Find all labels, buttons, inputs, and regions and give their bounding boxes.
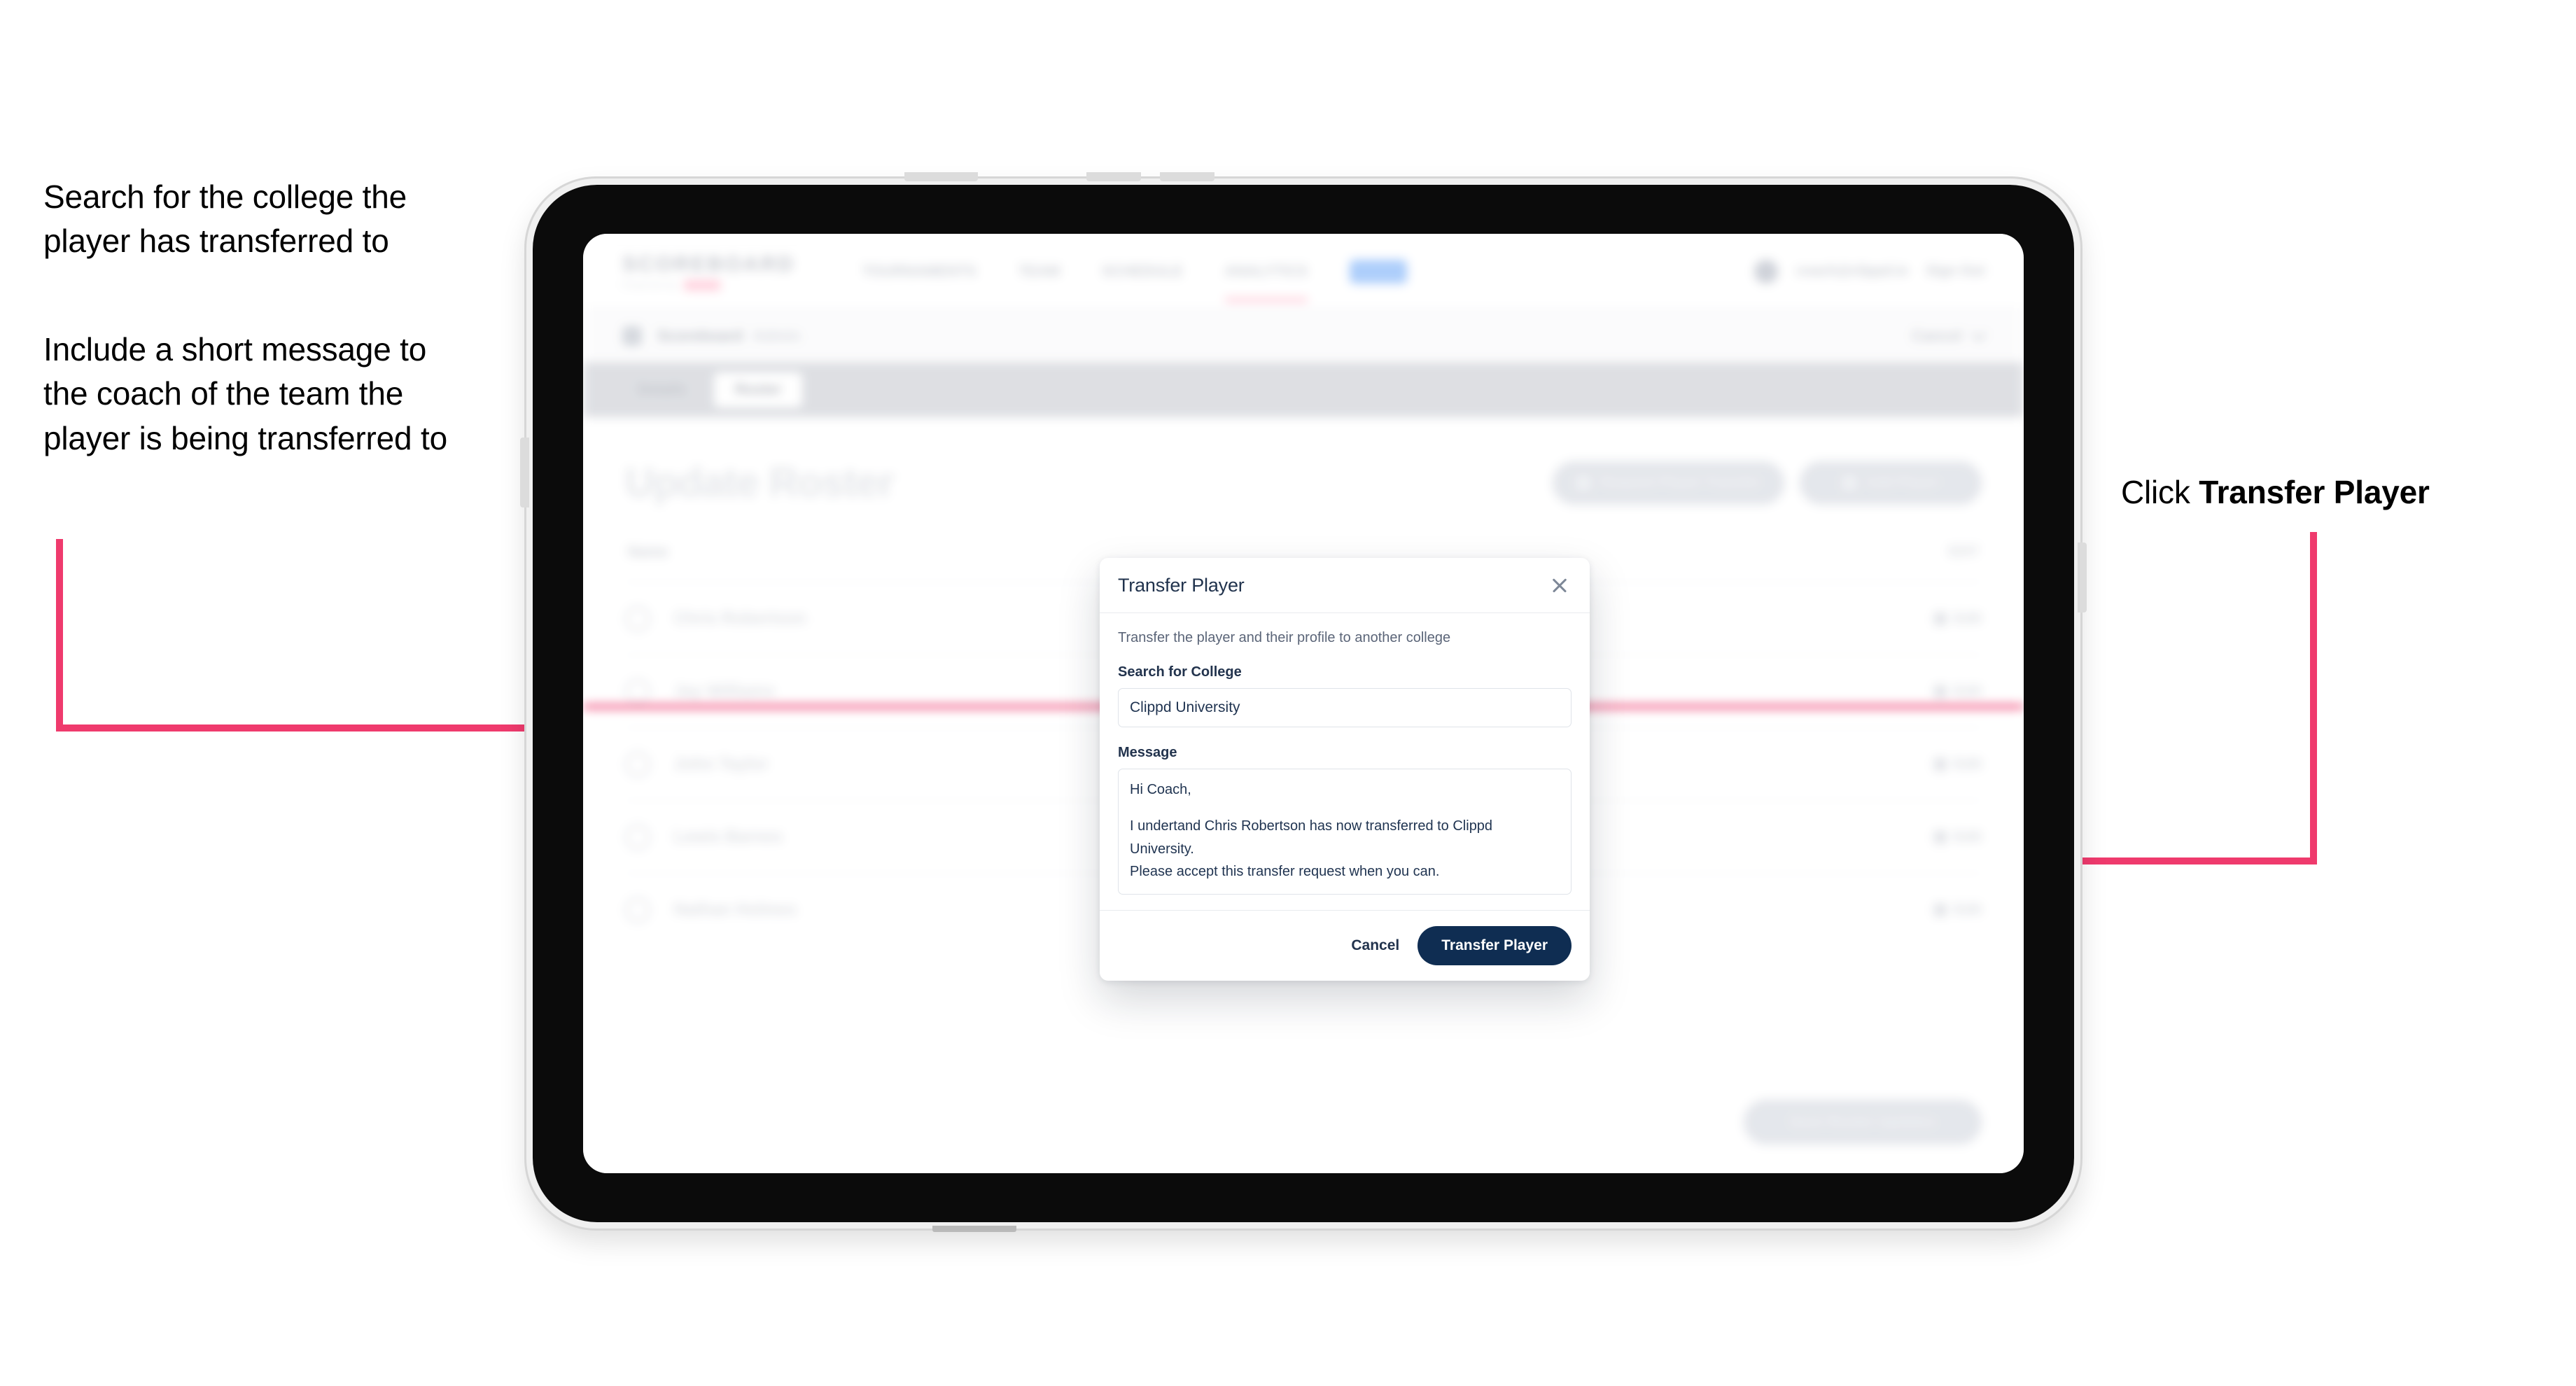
message-textarea[interactable]: Hi Coach, I undertand Chris Robertson ha… [1118, 769, 1572, 895]
modal-subtitle: Transfer the player and their profile to… [1118, 630, 1451, 645]
message-line-2: I undertand Chris Robertson has now tran… [1130, 818, 1493, 857]
modal-footer: Cancel Transfer Player [1100, 910, 1590, 981]
volume-down-button[interactable] [1160, 172, 1214, 181]
modal-body: Transfer the player and their profile to… [1100, 613, 1590, 910]
side-button-right[interactable] [2078, 542, 2087, 612]
message-line-1: Hi Coach, [1130, 782, 1191, 797]
tablet-device-frame: SCOREBOARD Powered by TOURNAMENTS TEAM S… [520, 172, 2087, 1232]
side-button-left[interactable] [520, 438, 529, 507]
connector-port [932, 1226, 1016, 1232]
cancel-button[interactable]: Cancel [1351, 937, 1399, 954]
search-college-input[interactable]: Clippd University [1118, 688, 1572, 727]
transfer-player-modal: Transfer Player Transfer the player and … [1100, 558, 1590, 981]
modal-layer: Transfer Player Transfer the player and … [583, 234, 2024, 1173]
message-field-group: Message Hi Coach, I undertand Chris Robe… [1118, 745, 1572, 895]
annotation-search-college: Search for the college the player has tr… [43, 178, 407, 260]
annotation-click-bold: Transfer Player [2199, 474, 2430, 510]
modal-title: Transfer Player [1118, 574, 1245, 596]
tablet-screen: SCOREBOARD Powered by TOURNAMENTS TEAM S… [583, 234, 2024, 1173]
college-field-label: Search for College [1118, 664, 1242, 680]
message-line-3: Please accept this transfer request when… [1130, 864, 1440, 880]
transfer-player-button[interactable]: Transfer Player [1418, 926, 1572, 965]
screenshot-canvas: Search for the college the player has tr… [0, 0, 2576, 1386]
annotation-include-message: Include a short message to the coach of … [43, 331, 447, 456]
tablet-bezel: SCOREBOARD Powered by TOURNAMENTS TEAM S… [533, 185, 2074, 1222]
annotation-click-transfer: Click Transfer Player [2121, 470, 2555, 514]
modal-header: Transfer Player [1100, 558, 1590, 613]
close-icon[interactable] [1548, 573, 1572, 597]
power-button[interactable] [904, 172, 978, 181]
message-field-label: Message [1118, 745, 1177, 760]
college-field-group: Search for College Clippd University [1118, 664, 1572, 727]
annotation-click-prefix: Click [2121, 474, 2199, 510]
volume-up-button[interactable] [1086, 172, 1141, 181]
